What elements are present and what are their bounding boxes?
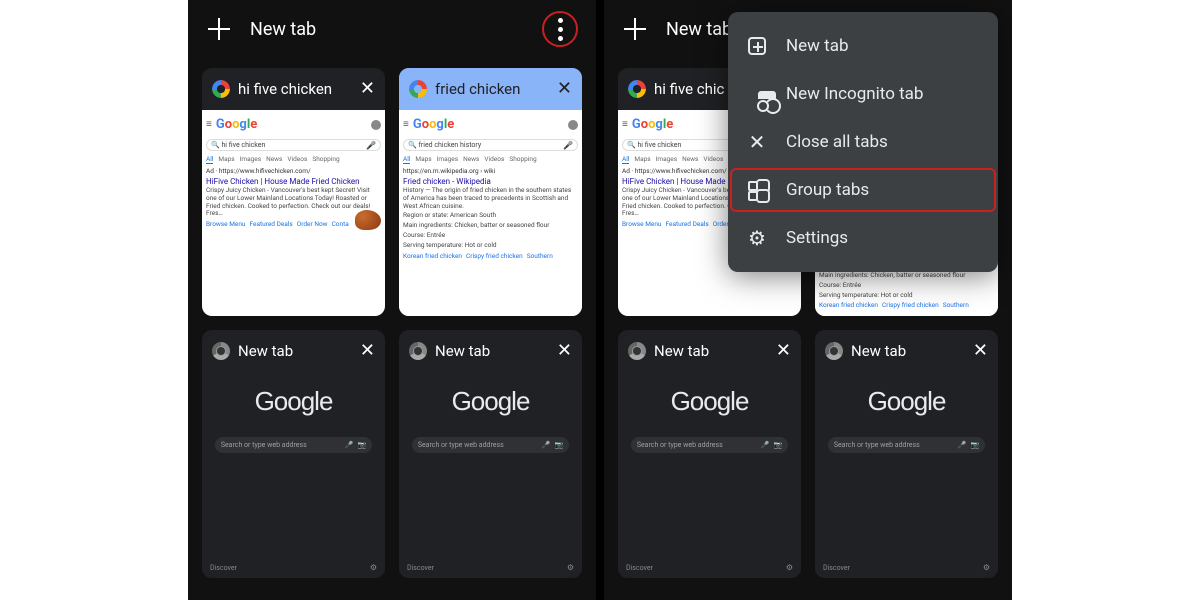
google-favicon bbox=[628, 80, 646, 98]
comparison-stage: New tab hi five chicken ✕ ≡Google🔍 hi five… bbox=[188, 0, 1012, 600]
google-wordmark: Google bbox=[255, 386, 333, 417]
tab-switcher-topbar: New tab bbox=[188, 0, 596, 58]
discover-label: Discover bbox=[823, 564, 850, 572]
new-tab-label[interactable]: New tab bbox=[250, 19, 524, 40]
discover-label: Discover bbox=[210, 564, 237, 572]
close-tab-icon[interactable]: ✕ bbox=[973, 342, 988, 360]
close-tab-icon[interactable]: ✕ bbox=[360, 80, 375, 98]
tab-preview: Google Search or type web address🎤📷 Discov… bbox=[399, 372, 582, 578]
new-tab-plus-icon[interactable] bbox=[622, 16, 648, 42]
tab-card[interactable]: New tab ✕ Google Search or type web address… bbox=[618, 330, 801, 578]
omnibox[interactable]: Search or type web address🎤📷 bbox=[631, 437, 788, 453]
tab-title: New tab bbox=[851, 342, 965, 360]
phone-right: New tab hi five chic✕≡Google🔍 hi five ch… bbox=[604, 0, 1012, 600]
close-tab-icon[interactable]: ✕ bbox=[557, 80, 572, 98]
google-wordmark: Google bbox=[868, 386, 946, 417]
ntp-settings-icon[interactable]: ⚙ bbox=[370, 563, 377, 572]
group-tabs-icon bbox=[746, 179, 768, 201]
overflow-menu: New tab New Incognito tab ✕ Close all tabs G… bbox=[728, 12, 998, 272]
menu-item-settings[interactable]: ⚙ Settings bbox=[728, 214, 998, 262]
tab-preview: ≡Google🔍 hi five chicken🎤AllMapsImagesNe… bbox=[202, 110, 385, 316]
google-favicon bbox=[212, 80, 230, 98]
tab-card[interactable]: fried chicken ✕ ≡Google🔍 fried chicken his… bbox=[399, 68, 582, 316]
tab-title: New tab bbox=[435, 342, 549, 360]
omnibox[interactable]: Search or type web address🎤📷 bbox=[412, 437, 569, 453]
menu-item-incognito[interactable]: New Incognito tab bbox=[728, 70, 998, 118]
omnibox[interactable]: Search or type web address🎤📷 bbox=[215, 437, 372, 453]
chrome-icon bbox=[825, 342, 843, 360]
menu-item-group-tabs[interactable]: Group tabs bbox=[728, 166, 998, 214]
omnibox[interactable]: Search or type web address🎤📷 bbox=[828, 437, 985, 453]
ntp-settings-icon[interactable]: ⚙ bbox=[786, 563, 793, 572]
tab-title: fried chicken bbox=[435, 80, 549, 98]
close-icon: ✕ bbox=[746, 131, 768, 153]
tab-title: hi five chicken bbox=[238, 80, 352, 98]
tab-preview: Google Search or type web address🎤📷 Discov… bbox=[202, 372, 385, 578]
menu-item-label: New Incognito tab bbox=[786, 84, 923, 104]
tab-grid: hi five chicken ✕ ≡Google🔍 hi five chicken… bbox=[188, 58, 596, 588]
tab-title: New tab bbox=[654, 342, 768, 360]
menu-item-label: Group tabs bbox=[786, 180, 869, 200]
google-favicon bbox=[409, 80, 427, 98]
tab-header: New tab ✕ bbox=[815, 330, 998, 372]
menu-item-label: Settings bbox=[786, 228, 848, 248]
chrome-icon bbox=[409, 342, 427, 360]
ntp-settings-icon[interactable]: ⚙ bbox=[567, 563, 574, 572]
tab-card[interactable]: New tab ✕ Google Search or type web address… bbox=[202, 330, 385, 578]
chrome-icon bbox=[628, 342, 646, 360]
close-tab-icon[interactable]: ✕ bbox=[360, 342, 375, 360]
tab-title: New tab bbox=[238, 342, 352, 360]
settings-icon: ⚙ bbox=[746, 227, 768, 249]
tab-header: fried chicken ✕ bbox=[399, 68, 582, 110]
discover-label: Discover bbox=[407, 564, 434, 572]
tab-header: hi five chicken ✕ bbox=[202, 68, 385, 110]
tab-preview: ≡Google🔍 fried chicken history🎤AllMapsIm… bbox=[399, 110, 582, 316]
close-tab-icon[interactable]: ✕ bbox=[776, 342, 791, 360]
tab-card[interactable]: hi five chicken ✕ ≡Google🔍 hi five chicken… bbox=[202, 68, 385, 316]
chrome-icon bbox=[212, 342, 230, 360]
tab-header: New tab ✕ bbox=[399, 330, 582, 372]
menu-item-label: New tab bbox=[786, 36, 849, 56]
discover-label: Discover bbox=[626, 564, 653, 572]
tab-preview: Google Search or type web address🎤📷 Discov… bbox=[618, 372, 801, 578]
close-tab-icon[interactable]: ✕ bbox=[557, 342, 572, 360]
google-wordmark: Google bbox=[452, 386, 530, 417]
incognito-icon bbox=[746, 83, 768, 105]
new-tab-plus-icon[interactable] bbox=[206, 16, 232, 42]
google-wordmark: Google bbox=[671, 386, 749, 417]
tab-preview: Google Search or type web address🎤📷 Discov… bbox=[815, 372, 998, 578]
phone-left: New tab hi five chicken ✕ ≡Google🔍 hi five… bbox=[188, 0, 596, 600]
tab-card[interactable]: New tab ✕ Google Search or type web address… bbox=[815, 330, 998, 578]
tab-card[interactable]: New tab ✕ Google Search or type web address… bbox=[399, 330, 582, 578]
ntp-settings-icon[interactable]: ⚙ bbox=[983, 563, 990, 572]
menu-item-new-tab[interactable]: New tab bbox=[728, 22, 998, 70]
menu-item-label: Close all tabs bbox=[786, 132, 888, 152]
new-tab-icon bbox=[746, 35, 768, 57]
tab-header: New tab ✕ bbox=[202, 330, 385, 372]
overflow-menu-icon[interactable] bbox=[542, 11, 578, 47]
menu-item-close-all[interactable]: ✕ Close all tabs bbox=[728, 118, 998, 166]
tab-header: New tab ✕ bbox=[618, 330, 801, 372]
